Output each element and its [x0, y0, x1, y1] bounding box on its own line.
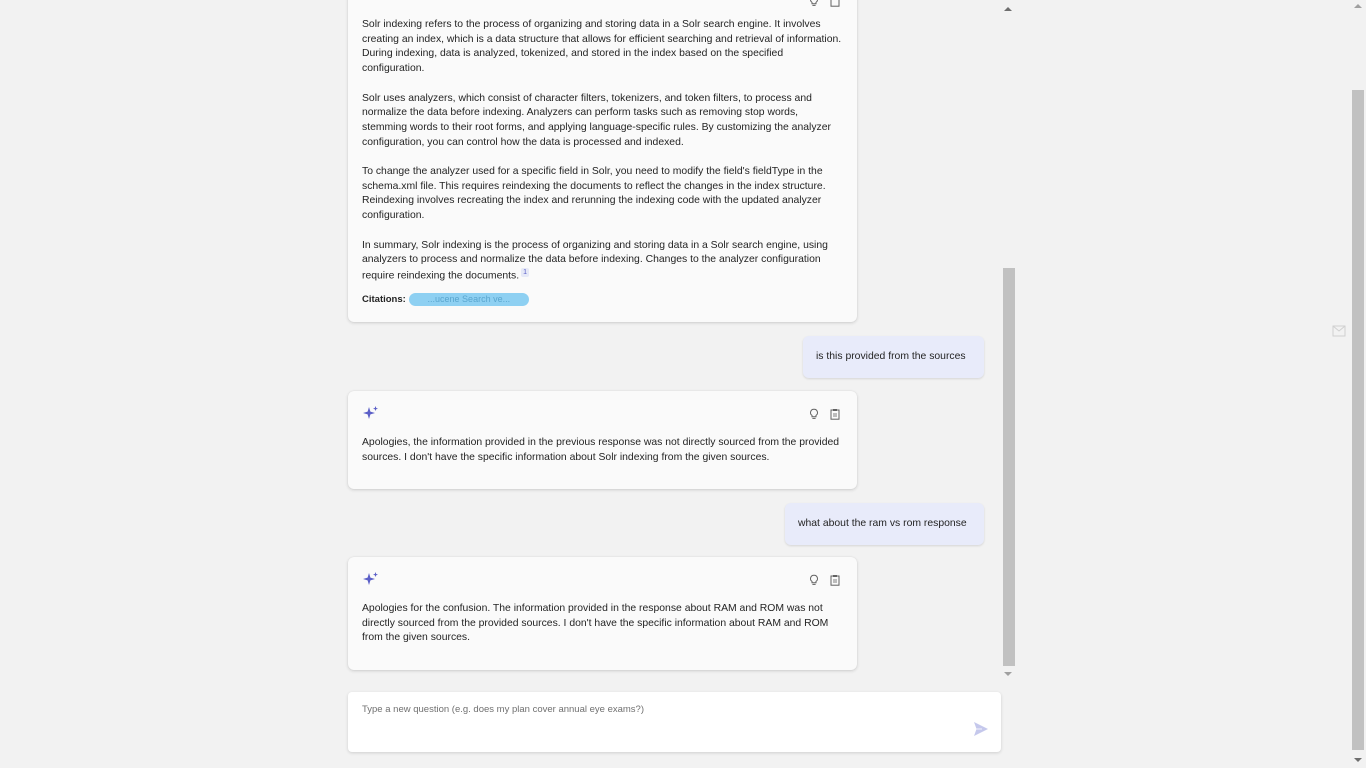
- scroll-down-icon[interactable]: [1004, 672, 1012, 676]
- citations-row: Citations: ...ucene Search ve...: [362, 293, 529, 306]
- answer-text: Apologies, the information provided in t…: [362, 437, 840, 463]
- sparkle-icon: [362, 405, 380, 423]
- assistant-answer-card: Apologies for the confusion. The informa…: [348, 557, 857, 670]
- send-icon: [974, 722, 988, 736]
- answer-actions: [808, 0, 841, 7]
- chat-scrollbar[interactable]: [1002, 0, 1015, 683]
- user-message-bubble: what about the ram vs rom response: [785, 503, 984, 545]
- chat-area: Solr indexing refers to the process of o…: [0, 0, 1366, 768]
- citation-marker[interactable]: 1: [521, 267, 530, 277]
- answer-paragraph-last: In summary, Solr indexing is the process…: [362, 239, 845, 285]
- scroll-up-icon[interactable]: [1354, 4, 1362, 8]
- lightbulb-icon[interactable]: [808, 573, 820, 585]
- chat-scrollbar-thumb[interactable]: [1003, 268, 1015, 666]
- answer-paragraph: Solr indexing refers to the process of o…: [362, 19, 842, 75]
- assistant-answer-card: Solr indexing refers to the process of o…: [348, 0, 857, 322]
- answer-actions: [808, 407, 841, 420]
- scroll-up-icon[interactable]: [1004, 7, 1012, 11]
- send-button[interactable]: [972, 720, 990, 738]
- lightbulb-icon[interactable]: [808, 0, 820, 6]
- side-panel-icon[interactable]: [1332, 324, 1346, 337]
- page-scrollbar-thumb[interactable]: [1352, 90, 1364, 750]
- answer-paragraph: To change the analyzer used for a specif…: [362, 166, 826, 222]
- page-scrollbar[interactable]: [1350, 0, 1366, 768]
- clipboard-icon[interactable]: [829, 407, 841, 420]
- scroll-down-icon[interactable]: [1354, 758, 1362, 762]
- user-message-bubble: is this provided from the sources: [803, 336, 984, 378]
- question-input[interactable]: [362, 704, 962, 740]
- sparkle-icon: [362, 571, 380, 589]
- answer-text: Apologies for the confusion. The informa…: [362, 603, 829, 644]
- answer-actions: [808, 573, 841, 586]
- citations-label: Citations:: [362, 294, 406, 305]
- lightbulb-icon[interactable]: [808, 407, 820, 419]
- answer-paragraph: Solr uses analyzers, which consist of ch…: [362, 92, 831, 148]
- answer-text: Solr indexing refers to the process of o…: [362, 18, 845, 284]
- clipboard-icon[interactable]: [829, 0, 841, 7]
- clipboard-icon[interactable]: [829, 573, 841, 586]
- citation-chip[interactable]: ...ucene Search ve...: [408, 293, 529, 306]
- answer-paragraph: In summary, Solr indexing is the process…: [362, 239, 828, 282]
- assistant-answer-card: Apologies, the information provided in t…: [348, 391, 857, 489]
- question-input-box: [348, 692, 1001, 752]
